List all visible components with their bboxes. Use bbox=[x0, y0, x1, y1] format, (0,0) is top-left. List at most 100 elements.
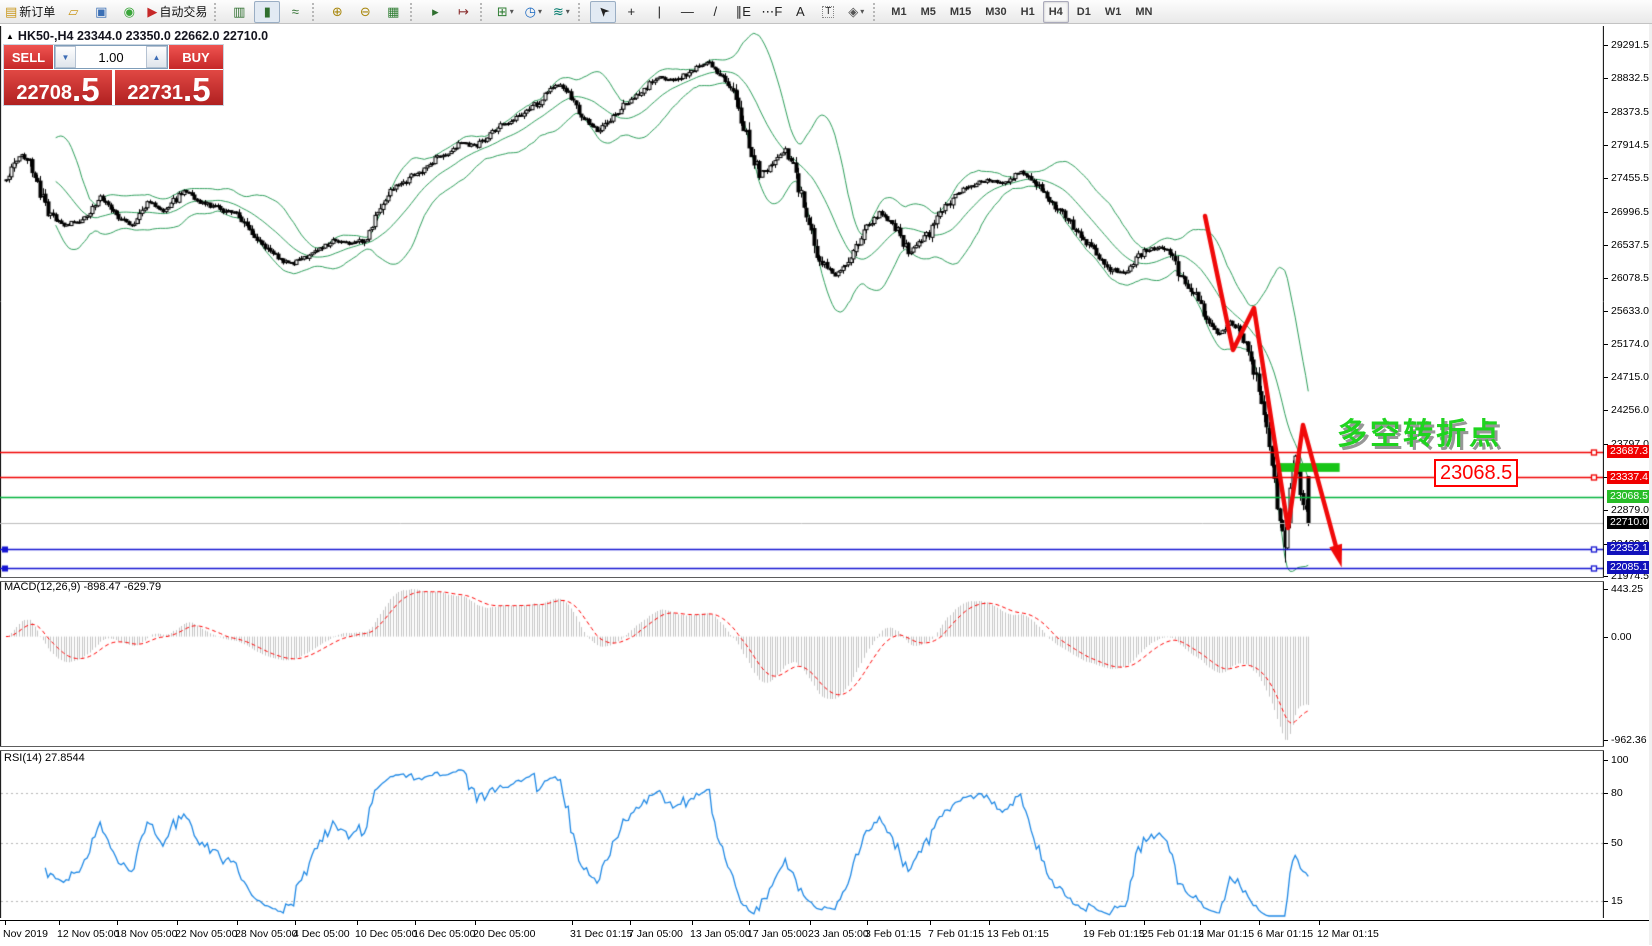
chart-window-button[interactable]: ▱ bbox=[60, 1, 86, 23]
price-tick bbox=[1604, 344, 1608, 345]
buy-price-main: 22731 bbox=[127, 83, 183, 103]
bar-chart-button[interactable]: ▥ bbox=[226, 1, 252, 23]
chart-window-icon: ▱ bbox=[68, 5, 78, 18]
chart-shift-icon: ↦ bbox=[458, 5, 469, 18]
data-window-button[interactable]: ◉ bbox=[116, 1, 142, 23]
price-tick-label: 25174.0 bbox=[1611, 338, 1649, 350]
template-button[interactable]: ≋▾ bbox=[548, 1, 574, 23]
time-tick-label: 13 Jan 05:00 bbox=[690, 928, 751, 940]
volume-decrease-button[interactable]: ▼ bbox=[55, 46, 76, 68]
line-chart-button[interactable]: ≈ bbox=[282, 1, 308, 23]
macd-pane-separator[interactable] bbox=[0, 577, 1604, 582]
macd-tick bbox=[1604, 637, 1608, 638]
price-tick-label: 28832.5 bbox=[1611, 72, 1649, 84]
time-tick bbox=[415, 921, 416, 925]
period-button[interactable]: ◷▾ bbox=[520, 1, 546, 23]
chart-shift-button[interactable]: ↦ bbox=[450, 1, 476, 23]
price-tick-label: 29291.5 bbox=[1611, 39, 1649, 51]
rsi-tick bbox=[1604, 760, 1608, 761]
price-line-label: 22352.1 bbox=[1607, 542, 1651, 555]
tf-mn-button[interactable]: MN bbox=[1129, 1, 1158, 23]
rsi-tick-label: 100 bbox=[1611, 754, 1629, 766]
price-tick-label: 26996.5 bbox=[1611, 206, 1649, 218]
toolbar-separator bbox=[312, 3, 320, 21]
tile-windows-button[interactable]: ▦ bbox=[380, 1, 406, 23]
time-tick-label: 4 Dec 05:00 bbox=[293, 928, 350, 940]
macd-pane-canvas[interactable] bbox=[0, 580, 1604, 746]
cursor-button[interactable]: ➤ bbox=[590, 1, 616, 23]
zoom-out-icon: ⊖ bbox=[360, 5, 371, 18]
auto-trading-button[interactable]: ▶自动交易 bbox=[144, 1, 210, 23]
price-tick-label: 24715.0 bbox=[1611, 371, 1649, 383]
volume-value[interactable]: 1.00 bbox=[76, 46, 146, 68]
tf-m5-button[interactable]: M5 bbox=[915, 1, 942, 23]
chevron-down-icon: ▾ bbox=[566, 7, 570, 16]
price-tick-label: 27455.5 bbox=[1611, 172, 1649, 184]
tf-m15-button[interactable]: M15 bbox=[944, 1, 977, 23]
rsi-pane-separator[interactable] bbox=[0, 746, 1604, 751]
price-line-label: 23687.3 bbox=[1607, 445, 1651, 458]
toolbar-separator bbox=[873, 3, 881, 21]
time-tick bbox=[630, 921, 631, 925]
crosshair-button[interactable]: + bbox=[618, 1, 644, 23]
new-order-button[interactable]: ▤新订单 bbox=[2, 1, 58, 23]
zoom-in-button[interactable]: ⊕ bbox=[324, 1, 350, 23]
buy-button[interactable]: BUY bbox=[168, 45, 223, 69]
equidistant-channel-button[interactable]: ∥E bbox=[730, 1, 756, 23]
price-tick-label: 26537.5 bbox=[1611, 239, 1649, 251]
rsi-indicator-label: RSI(14) 27.8544 bbox=[4, 752, 85, 764]
fibonacci-button[interactable]: ⋯F bbox=[758, 1, 785, 23]
tf-m30-button[interactable]: M30 bbox=[979, 1, 1012, 23]
tile-windows-icon: ▦ bbox=[387, 5, 399, 18]
tf-w1-button[interactable]: W1 bbox=[1099, 1, 1128, 23]
crosshair-icon: + bbox=[628, 5, 636, 18]
vertical-line-button[interactable]: | bbox=[646, 1, 672, 23]
text-button[interactable]: A bbox=[787, 1, 813, 23]
one-click-trading-panel: SELL ▼ 1.00 ▲ BUY 22708.5 22731.5 bbox=[3, 44, 224, 106]
price-line-label: 22710.0 bbox=[1607, 516, 1651, 529]
tf-h1-button[interactable]: H1 bbox=[1015, 1, 1041, 23]
time-tick-label: 12 Mar 01:15 bbox=[1317, 928, 1379, 940]
buy-price-display[interactable]: 22731.5 bbox=[115, 70, 223, 105]
sell-price-display[interactable]: 22708.5 bbox=[4, 70, 112, 105]
zoom-out-button[interactable]: ⊖ bbox=[352, 1, 378, 23]
sell-button[interactable]: SELL bbox=[4, 45, 54, 69]
volume-increase-button[interactable]: ▲ bbox=[146, 46, 167, 68]
line-chart-icon: ≈ bbox=[292, 5, 299, 18]
time-tick-label: 7 Jan 05:00 bbox=[628, 928, 683, 940]
time-tick bbox=[989, 921, 990, 925]
price-tick bbox=[1604, 112, 1608, 113]
new-chart-icon: ⊞ bbox=[497, 5, 508, 18]
new-order-icon: ▤ bbox=[5, 5, 17, 18]
tf-m1-button[interactable]: M1 bbox=[885, 1, 912, 23]
macd-indicator-label: MACD(12,26,9) -898.47 -629.79 bbox=[4, 581, 161, 593]
market-depth-button[interactable]: ▣ bbox=[88, 1, 114, 23]
auto-scroll-button[interactable]: ▸ bbox=[422, 1, 448, 23]
tf-d1-button[interactable]: D1 bbox=[1071, 1, 1097, 23]
rsi-tick-label: 15 bbox=[1611, 895, 1623, 907]
horizontal-line-button[interactable]: — bbox=[674, 1, 700, 23]
one-click-collapse-icon[interactable]: ▲ bbox=[6, 32, 14, 41]
price-tick bbox=[1604, 576, 1608, 577]
sell-price-main: 22708 bbox=[16, 83, 72, 103]
price-tick bbox=[1604, 278, 1608, 279]
toolbar-separator bbox=[214, 3, 222, 21]
toolbar: ▤新订单▱▣◉▶自动交易▥▮≈⊕⊖▦▸↦⊞▾◷▾≋▾➤+|—/∥E⋯FAT◈▾M… bbox=[0, 0, 1652, 24]
tf-h4-button[interactable]: H4 bbox=[1043, 1, 1069, 23]
arrows-button[interactable]: ◈▾ bbox=[843, 1, 869, 23]
candlestick-chart-icon: ▮ bbox=[264, 5, 271, 18]
rsi-pane-canvas[interactable] bbox=[0, 749, 1604, 918]
main-chart-canvas[interactable] bbox=[0, 26, 1604, 577]
price-tick bbox=[1604, 178, 1608, 179]
candlestick-chart-button[interactable]: ▮ bbox=[254, 1, 280, 23]
price-tick bbox=[1604, 245, 1608, 246]
time-tick-label: 18 Nov 05:00 bbox=[115, 928, 177, 940]
trendline-button[interactable]: / bbox=[702, 1, 728, 23]
time-tick bbox=[1259, 921, 1260, 925]
chevron-down-icon: ▾ bbox=[538, 7, 542, 16]
price-tick-label: 22879.0 bbox=[1611, 504, 1649, 516]
new-chart-button[interactable]: ⊞▾ bbox=[492, 1, 518, 23]
rsi-tick-label: 80 bbox=[1611, 787, 1623, 799]
text-label-button[interactable]: T bbox=[815, 1, 841, 23]
time-tick-label: 3 Feb 01:15 bbox=[865, 928, 921, 940]
